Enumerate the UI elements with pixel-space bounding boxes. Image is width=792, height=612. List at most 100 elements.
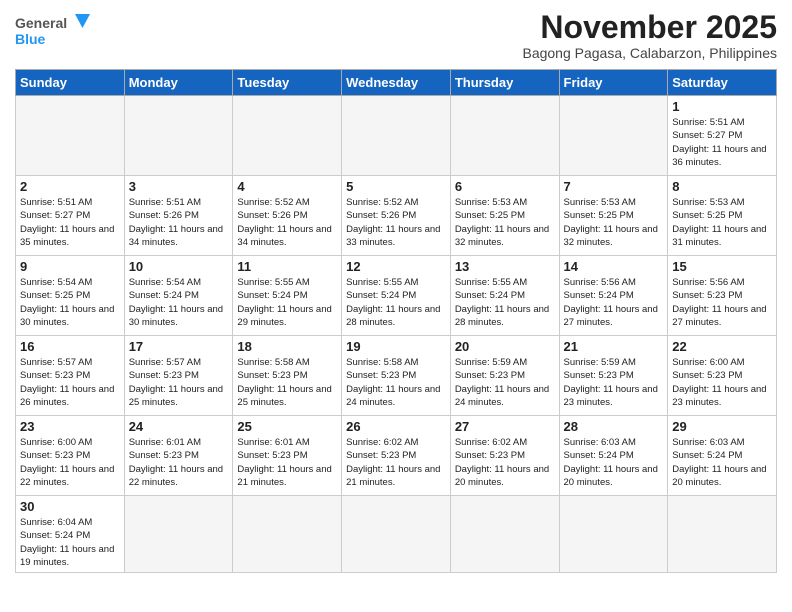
calendar-cell: 16Sunrise: 5:57 AM Sunset: 5:23 PM Dayli… bbox=[16, 336, 125, 416]
day-number: 12 bbox=[346, 259, 446, 274]
calendar-cell bbox=[668, 496, 777, 573]
calendar-cell: 9Sunrise: 5:54 AM Sunset: 5:25 PM Daylig… bbox=[16, 256, 125, 336]
day-number: 5 bbox=[346, 179, 446, 194]
location-title: Bagong Pagasa, Calabarzon, Philippines bbox=[522, 45, 777, 61]
day-number: 27 bbox=[455, 419, 555, 434]
day-header-tuesday: Tuesday bbox=[233, 70, 342, 96]
calendar-cell: 23 Sunrise: 6:00 AM Sunset: 5:23 PM Dayli… bbox=[16, 416, 125, 496]
day-number: 6 bbox=[455, 179, 555, 194]
cell-info: Sunrise: 5:58 AM Sunset: 5:23 PM Dayligh… bbox=[237, 356, 337, 409]
day-header-thursday: Thursday bbox=[450, 70, 559, 96]
calendar-cell: 17 Sunrise: 5:57 AM Sunset: 5:23 PM Dayli… bbox=[124, 336, 233, 416]
week-row-0: 1Sunrise: 5:51 AM Sunset: 5:27 PM Daylig… bbox=[16, 96, 777, 176]
day-number: 18 bbox=[237, 339, 337, 354]
calendar-cell: 4Sunrise: 5:52 AM Sunset: 5:26 PM Daylig… bbox=[233, 176, 342, 256]
cell-info: Sunrise: 5:52 AM Sunset: 5:26 PM Dayligh… bbox=[346, 196, 446, 249]
calendar-cell: 19Sunrise: 5:58 AM Sunset: 5:23 PM Dayli… bbox=[342, 336, 451, 416]
cell-info: Sunrise: 5:54 AM Sunset: 5:24 PM Dayligh… bbox=[129, 276, 229, 329]
calendar-cell: 3Sunrise: 5:51 AM Sunset: 5:26 PM Daylig… bbox=[124, 176, 233, 256]
cell-info: Sunrise: 6:00 AM Sunset: 5:23 PM Dayligh… bbox=[20, 436, 120, 489]
day-number: 2 bbox=[20, 179, 120, 194]
svg-text:Blue: Blue bbox=[15, 31, 46, 47]
cell-info: Sunrise: 5:57 AM Sunset: 5:23 PM Dayligh… bbox=[20, 356, 120, 409]
cell-info: Sunrise: 5:56 AM Sunset: 5:23 PM Dayligh… bbox=[672, 276, 772, 329]
title-area: November 2025 Bagong Pagasa, Calabarzon,… bbox=[522, 10, 777, 61]
day-number: 29 bbox=[672, 419, 772, 434]
calendar-cell: 29 Sunrise: 6:03 AM Sunset: 5:24 PM Dayli… bbox=[668, 416, 777, 496]
cell-info: Sunrise: 6:04 AM Sunset: 5:24 PM Dayligh… bbox=[20, 516, 120, 569]
day-number: 24 bbox=[129, 419, 229, 434]
week-row-4: 23 Sunrise: 6:00 AM Sunset: 5:23 PM Dayli… bbox=[16, 416, 777, 496]
cell-info: Sunrise: 5:59 AM Sunset: 5:23 PM Dayligh… bbox=[564, 356, 664, 409]
day-number: 25 bbox=[237, 419, 337, 434]
week-row-3: 16Sunrise: 5:57 AM Sunset: 5:23 PM Dayli… bbox=[16, 336, 777, 416]
day-header-monday: Monday bbox=[124, 70, 233, 96]
cell-info: Sunrise: 5:56 AM Sunset: 5:24 PM Dayligh… bbox=[564, 276, 664, 329]
day-number: 14 bbox=[564, 259, 664, 274]
calendar-cell bbox=[124, 496, 233, 573]
cell-info: Sunrise: 6:00 AM Sunset: 5:23 PM Dayligh… bbox=[672, 356, 772, 409]
logo-svg: GeneralBlue bbox=[15, 10, 95, 55]
day-number: 22 bbox=[672, 339, 772, 354]
calendar-cell: 28 Sunrise: 6:03 AM Sunset: 5:24 PM Dayli… bbox=[559, 416, 668, 496]
calendar-cell: 20Sunrise: 5:59 AM Sunset: 5:23 PM Dayli… bbox=[450, 336, 559, 416]
cell-info: Sunrise: 5:53 AM Sunset: 5:25 PM Dayligh… bbox=[672, 196, 772, 249]
calendar-cell: 10 Sunrise: 5:54 AM Sunset: 5:24 PM Dayli… bbox=[124, 256, 233, 336]
calendar-cell: 18 Sunrise: 5:58 AM Sunset: 5:23 PM Dayli… bbox=[233, 336, 342, 416]
day-header-saturday: Saturday bbox=[668, 70, 777, 96]
calendar-cell: 2Sunrise: 5:51 AM Sunset: 5:27 PM Daylig… bbox=[16, 176, 125, 256]
calendar-cell: 15 Sunrise: 5:56 AM Sunset: 5:23 PM Dayli… bbox=[668, 256, 777, 336]
cell-info: Sunrise: 5:55 AM Sunset: 5:24 PM Dayligh… bbox=[237, 276, 337, 329]
calendar-cell: 30Sunrise: 6:04 AM Sunset: 5:24 PM Dayli… bbox=[16, 496, 125, 573]
calendar-cell: 25Sunrise: 6:01 AM Sunset: 5:23 PM Dayli… bbox=[233, 416, 342, 496]
day-number: 9 bbox=[20, 259, 120, 274]
cell-info: Sunrise: 5:52 AM Sunset: 5:26 PM Dayligh… bbox=[237, 196, 337, 249]
cell-info: Sunrise: 5:53 AM Sunset: 5:25 PM Dayligh… bbox=[455, 196, 555, 249]
cell-info: Sunrise: 6:03 AM Sunset: 5:24 PM Dayligh… bbox=[672, 436, 772, 489]
cell-info: Sunrise: 5:55 AM Sunset: 5:24 PM Dayligh… bbox=[455, 276, 555, 329]
calendar-cell bbox=[342, 496, 451, 573]
calendar-cell bbox=[342, 96, 451, 176]
week-row-1: 2Sunrise: 5:51 AM Sunset: 5:27 PM Daylig… bbox=[16, 176, 777, 256]
month-title: November 2025 bbox=[522, 10, 777, 45]
svg-text:General: General bbox=[15, 15, 67, 31]
calendar-cell bbox=[16, 96, 125, 176]
week-row-2: 9Sunrise: 5:54 AM Sunset: 5:25 PM Daylig… bbox=[16, 256, 777, 336]
calendar-cell: 26Sunrise: 6:02 AM Sunset: 5:23 PM Dayli… bbox=[342, 416, 451, 496]
cell-info: Sunrise: 6:01 AM Sunset: 5:23 PM Dayligh… bbox=[129, 436, 229, 489]
calendar-cell bbox=[450, 96, 559, 176]
header: GeneralBlue November 2025 Bagong Pagasa,… bbox=[15, 10, 777, 61]
calendar-cell: 13 Sunrise: 5:55 AM Sunset: 5:24 PM Dayli… bbox=[450, 256, 559, 336]
calendar-cell: 7Sunrise: 5:53 AM Sunset: 5:25 PM Daylig… bbox=[559, 176, 668, 256]
day-number: 8 bbox=[672, 179, 772, 194]
cell-info: Sunrise: 5:51 AM Sunset: 5:27 PM Dayligh… bbox=[672, 116, 772, 169]
calendar-cell: 1Sunrise: 5:51 AM Sunset: 5:27 PM Daylig… bbox=[668, 96, 777, 176]
cell-info: Sunrise: 5:57 AM Sunset: 5:23 PM Dayligh… bbox=[129, 356, 229, 409]
calendar-cell bbox=[233, 96, 342, 176]
logo: GeneralBlue bbox=[15, 10, 95, 55]
day-number: 21 bbox=[564, 339, 664, 354]
day-number: 7 bbox=[564, 179, 664, 194]
calendar-cell bbox=[233, 496, 342, 573]
day-number: 17 bbox=[129, 339, 229, 354]
day-number: 23 bbox=[20, 419, 120, 434]
cell-info: Sunrise: 6:02 AM Sunset: 5:23 PM Dayligh… bbox=[346, 436, 446, 489]
day-number: 15 bbox=[672, 259, 772, 274]
cell-info: Sunrise: 5:58 AM Sunset: 5:23 PM Dayligh… bbox=[346, 356, 446, 409]
calendar-cell: 21 Sunrise: 5:59 AM Sunset: 5:23 PM Dayli… bbox=[559, 336, 668, 416]
calendar-cell: 8 Sunrise: 5:53 AM Sunset: 5:25 PM Daylig… bbox=[668, 176, 777, 256]
cell-info: Sunrise: 5:55 AM Sunset: 5:24 PM Dayligh… bbox=[346, 276, 446, 329]
day-number: 13 bbox=[455, 259, 555, 274]
calendar-cell: 12 Sunrise: 5:55 AM Sunset: 5:24 PM Dayli… bbox=[342, 256, 451, 336]
calendar-cell bbox=[559, 496, 668, 573]
calendar-cell bbox=[559, 96, 668, 176]
header-row: SundayMondayTuesdayWednesdayThursdayFrid… bbox=[16, 70, 777, 96]
cell-info: Sunrise: 5:51 AM Sunset: 5:26 PM Dayligh… bbox=[129, 196, 229, 249]
calendar-cell: 6 Sunrise: 5:53 AM Sunset: 5:25 PM Daylig… bbox=[450, 176, 559, 256]
calendar-cell bbox=[124, 96, 233, 176]
cell-info: Sunrise: 6:03 AM Sunset: 5:24 PM Dayligh… bbox=[564, 436, 664, 489]
day-number: 10 bbox=[129, 259, 229, 274]
day-header-friday: Friday bbox=[559, 70, 668, 96]
day-number: 28 bbox=[564, 419, 664, 434]
day-number: 11 bbox=[237, 259, 337, 274]
